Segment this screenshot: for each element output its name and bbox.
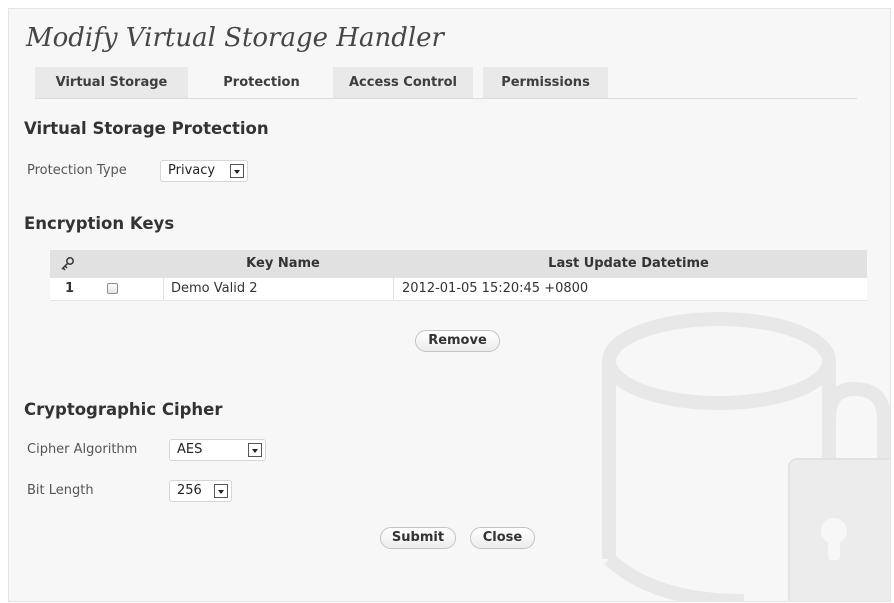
tab-virtual-storage[interactable]: Virtual Storage	[35, 67, 188, 98]
row-index: 1	[65, 281, 75, 296]
tab-access-control[interactable]: Access Control	[333, 67, 473, 98]
cipher-heading: Cryptographic Cipher	[24, 400, 223, 419]
page-title: Modify Virtual Storage Handler	[26, 23, 444, 53]
chevron-down-icon	[248, 443, 262, 457]
table-header: Key Name Last Update Datetime	[50, 250, 867, 278]
cipher-algorithm-label: Cipher Algorithm	[27, 442, 138, 457]
tab-protection[interactable]: Protection	[199, 67, 324, 98]
key-name-cell: Demo Valid 2	[171, 281, 258, 296]
cipher-algorithm-select[interactable]: AES	[169, 439, 266, 461]
tab-permissions[interactable]: Permissions	[483, 67, 608, 98]
tab-bar: Virtual Storage Protection Access Contro…	[35, 67, 857, 99]
bit-length-value: 256	[177, 483, 202, 498]
last-update-cell: 2012-01-05 15:20:45 +0800	[402, 281, 589, 296]
dialog-panel: Modify Virtual Storage Handler Virtual S…	[8, 8, 891, 602]
chevron-down-icon	[230, 164, 244, 178]
encryption-keys-heading: Encryption Keys	[24, 214, 175, 233]
bit-length-label: Bit Length	[27, 483, 94, 498]
submit-button[interactable]: Submit	[380, 527, 456, 549]
protection-type-value: Privacy	[168, 163, 216, 178]
encryption-keys-table: Key Name Last Update Datetime 1 Demo Val…	[50, 250, 867, 301]
close-button[interactable]: Close	[470, 527, 535, 549]
protection-type-label: Protection Type	[27, 163, 127, 178]
row-select-checkbox[interactable]	[107, 283, 118, 294]
column-last-update: Last Update Datetime	[548, 256, 709, 271]
bit-length-select[interactable]: 256	[169, 480, 232, 502]
protection-heading: Virtual Storage Protection	[24, 119, 269, 138]
cipher-algorithm-value: AES	[177, 442, 203, 457]
storage-lock-icon	[602, 312, 890, 601]
table-row: 1 Demo Valid 2 2012-01-05 15:20:45 +0800	[50, 278, 867, 301]
protection-type-select[interactable]: Privacy	[160, 160, 248, 182]
remove-button[interactable]: Remove	[415, 330, 500, 352]
column-key-name: Key Name	[246, 256, 320, 271]
chevron-down-icon	[214, 484, 228, 498]
